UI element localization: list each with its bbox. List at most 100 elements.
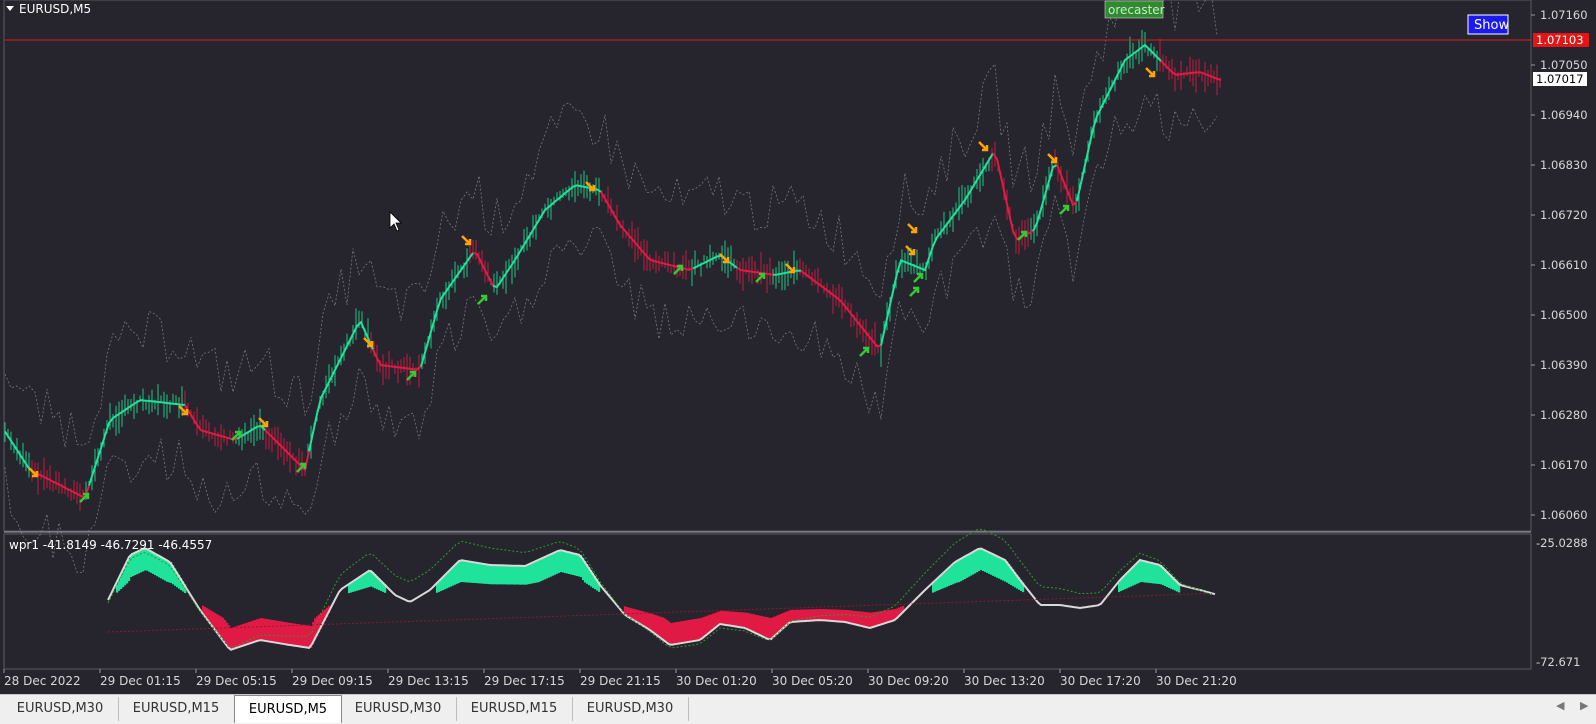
indicator-fill [664, 618, 667, 641]
indicator-fill [1120, 580, 1123, 591]
indicator-fill [454, 566, 457, 585]
tab-eurusd-m15[interactable]: EURUSD,M15 [456, 697, 573, 721]
indicator-fill [280, 621, 283, 644]
indicator-fill [824, 609, 827, 621]
indicator-fill [968, 554, 971, 577]
indicator-fill [944, 572, 947, 588]
indicator-fill [1138, 562, 1141, 583]
indicator-fill [1126, 574, 1129, 589]
indicator-fill [870, 612, 873, 628]
indicator-fill [806, 609, 809, 621]
tab-eurusd-m15[interactable]: EURUSD,M15 [118, 697, 235, 721]
indicator-fill [860, 611, 863, 626]
tab-eurusd-m30[interactable]: EURUSD,M30 [340, 697, 457, 721]
indicator-fill [524, 566, 527, 585]
indicator-fill [1156, 564, 1159, 584]
indicator-fill [164, 558, 167, 581]
indicator-fill [1132, 568, 1135, 586]
indicator-fill [236, 626, 239, 648]
time-axis-label: 29 Dec 09:15 [292, 674, 373, 688]
indicator-fill [772, 617, 775, 639]
indicator-fill [356, 579, 359, 591]
trading-chart[interactable]: EURUSD,M5 orecaster Show 1.071601.070501… [0, 0, 1596, 723]
indicator-fill [964, 557, 967, 579]
indicator-fill [158, 555, 161, 578]
indicator-fill [990, 552, 993, 575]
indicator-fill [470, 561, 473, 583]
indicator-fill [148, 549, 151, 572]
indicator-fill [234, 626, 237, 649]
time-axis-label: 30 Dec 05:20 [772, 674, 853, 688]
indicator-fill [534, 561, 537, 583]
indicator-fill [444, 576, 447, 590]
price-axis-label: 1.06610 [1540, 258, 1588, 272]
indicator-fill [354, 580, 357, 592]
indicator-fill [650, 613, 653, 630]
indicator-fill [958, 560, 961, 583]
indicator-fill [646, 612, 649, 628]
indicator-fill [976, 550, 979, 573]
indicator-fill [1000, 557, 1003, 580]
indicator-fill [292, 623, 295, 646]
indicator-fill [550, 554, 553, 577]
indicator-fill [562, 550, 565, 573]
indicator-fill [676, 622, 679, 644]
indicator-fill [300, 624, 303, 647]
indicator-fill [956, 561, 959, 583]
indicator-fill [248, 622, 251, 644]
tab-eurusd-m30[interactable]: EURUSD,M30 [572, 697, 689, 721]
indicator-fill [168, 560, 171, 583]
time-axis-label: 30 Dec 01:20 [676, 674, 757, 688]
price-axis-label: 1.06390 [1540, 358, 1588, 372]
indicator-fill [1150, 562, 1153, 584]
indicator-fill [268, 619, 271, 642]
indicator-fill [822, 609, 825, 621]
indicator-fill [130, 555, 133, 577]
indicator-fill [658, 616, 661, 636]
indicator-fill [468, 561, 471, 583]
indicator-fill [696, 618, 699, 641]
indicator-fill [436, 584, 439, 593]
indicator-fill [704, 616, 707, 637]
indicator-fill [160, 556, 163, 579]
indicator-fill [862, 611, 865, 626]
indicator-fill [940, 576, 943, 590]
scroll-right-icon[interactable]: ▶ [1580, 699, 1588, 712]
indicator-fill [932, 583, 935, 593]
indicator-fill [636, 609, 639, 622]
indicator-fill [732, 611, 735, 626]
indicator-fill [1144, 561, 1147, 583]
indicator-fill [644, 611, 647, 627]
indicator-fill [574, 553, 577, 576]
indicator-fill [364, 574, 367, 589]
price-axis-label: 1.07050 [1540, 58, 1588, 72]
indicator-fill [1130, 570, 1133, 587]
indicator-fill [544, 557, 547, 580]
indicator-fill [936, 579, 939, 591]
indicator-fill [496, 565, 499, 585]
indicator-fill [882, 610, 885, 625]
scroll-left-icon[interactable]: ◀ [1556, 699, 1564, 712]
indicator-fill [886, 610, 889, 623]
indicator-fill [368, 571, 371, 588]
indicator-fill [768, 617, 771, 640]
indicator-fill [844, 609, 847, 622]
tab-eurusd-m30[interactable]: EURUSD,M30 [2, 697, 119, 721]
indicator-fill [960, 559, 963, 582]
indicator-fill [1128, 572, 1131, 588]
indicator-fill [820, 609, 823, 620]
indicator-fill [1148, 562, 1151, 583]
tab-eurusd-m5[interactable]: EURUSD,M5 [234, 695, 342, 723]
indicator-fill [1002, 558, 1005, 581]
indicator-fill [858, 611, 861, 626]
indicator-fill [500, 565, 503, 585]
indicator-fill [214, 612, 217, 629]
indicator-fill [276, 620, 279, 643]
indicator-fill [464, 560, 467, 583]
indicator-fill [308, 625, 311, 648]
indicator-fill [460, 560, 463, 582]
indicator-fill [764, 616, 767, 638]
indicator-fill [528, 564, 531, 585]
indicator-fill [762, 616, 765, 637]
indicator-fill [792, 609, 795, 622]
